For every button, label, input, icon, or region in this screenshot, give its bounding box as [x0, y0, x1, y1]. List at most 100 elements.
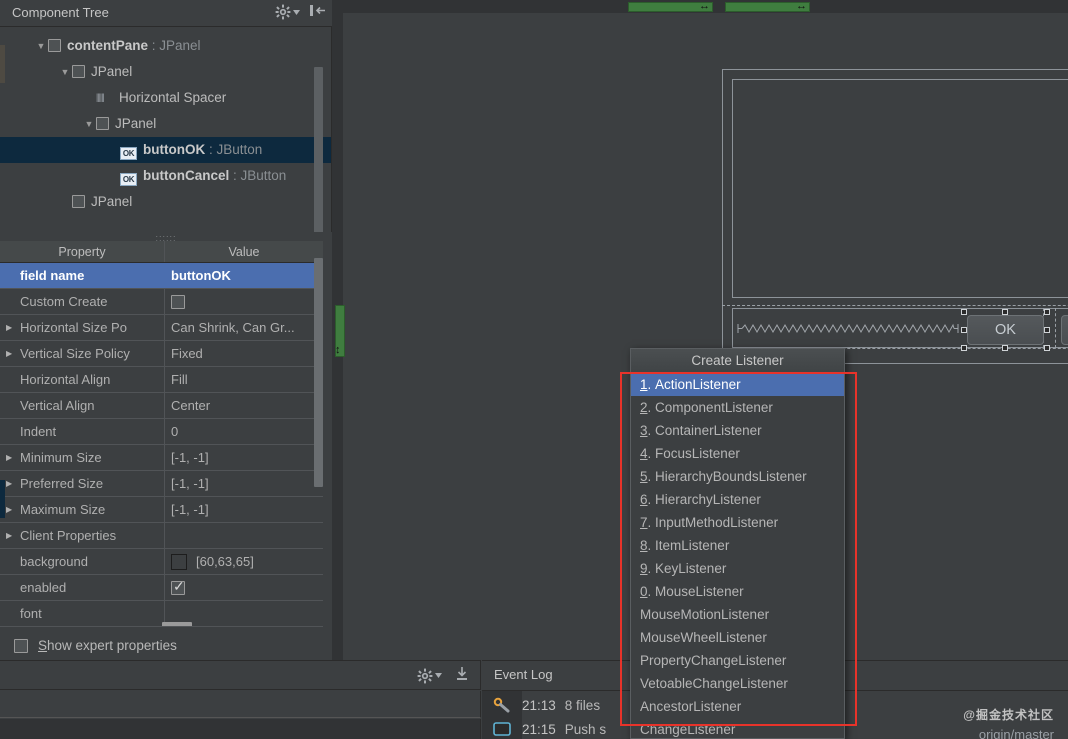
property-value-cell[interactable]: Fixed: [165, 341, 323, 366]
property-row[interactable]: ▶Horizontal Align Fill: [0, 367, 323, 393]
show-expert-properties-label[interactable]: Show expert properties: [38, 638, 177, 653]
property-expand-arrow[interactable]: ▶: [6, 479, 19, 488]
property-value-cell[interactable]: [165, 289, 323, 314]
tree-item-buttonok[interactable]: ▼OK buttonOK : JButton: [0, 137, 331, 163]
selection-handle-nw[interactable]: [961, 309, 967, 315]
property-row[interactable]: ▶ Horizontal Size Po Can Shrink, Can Gr...: [0, 315, 323, 341]
form-content-panel[interactable]: [732, 79, 1068, 298]
property-row[interactable]: ▶ Minimum Size [-1, -1]: [0, 445, 323, 471]
property-value-cell[interactable]: [-1, -1]: [165, 497, 323, 522]
menu-item-containerlistener[interactable]: 3. ContainerListener: [631, 419, 844, 442]
property-expand-arrow[interactable]: ▶: [6, 505, 19, 514]
menu-item-itemlistener[interactable]: 8. ItemListener: [631, 534, 844, 557]
panel-splitter[interactable]: ::::::: [0, 232, 332, 243]
property-expand-arrow[interactable]: ▶: [6, 427, 19, 436]
property-row[interactable]: ▶enabled: [0, 575, 323, 601]
property-row[interactable]: ▶ Vertical Size Policy Fixed: [0, 341, 323, 367]
property-row[interactable]: ▶Custom Create: [0, 289, 323, 315]
collapse-all-icon[interactable]: [309, 3, 326, 21]
menu-item-ancestorlistener[interactable]: AncestorListener: [631, 695, 844, 718]
selection-handle-w[interactable]: [961, 327, 967, 333]
menu-item-changelistener[interactable]: ChangeListener: [631, 718, 844, 739]
property-expand-arrow[interactable]: ▶: [6, 349, 19, 358]
property-expand-arrow[interactable]: ▶: [6, 609, 19, 618]
menu-item-mousemotionlistener[interactable]: MouseMotionListener: [631, 603, 844, 626]
export-to-file-icon[interactable]: [454, 666, 470, 685]
property-value-cell[interactable]: [165, 523, 323, 548]
menu-item-focuslistener[interactable]: 4. FocusListener: [631, 442, 844, 465]
tree-expand-arrow[interactable]: ▼: [106, 163, 120, 189]
property-row[interactable]: ▶background [60,63,65]: [0, 549, 323, 575]
property-expand-arrow[interactable]: ▶: [6, 375, 19, 384]
property-table-scrollbar[interactable]: [314, 258, 323, 487]
property-value-cell[interactable]: Center: [165, 393, 323, 418]
property-value-checkbox[interactable]: [171, 294, 185, 309]
property-table[interactable]: Property Value ▶field namebuttonOK▶Custo…: [0, 241, 323, 627]
property-value-cell[interactable]: Can Shrink, Can Gr...: [165, 315, 323, 340]
property-row[interactable]: ▶field name buttonOK: [0, 263, 323, 289]
tree-item-jpanel[interactable]: ▼ JPanel: [0, 111, 331, 137]
menu-item-componentlistener[interactable]: 2. ComponentListener: [631, 396, 844, 419]
tree-expand-arrow[interactable]: ▼: [58, 59, 72, 85]
tree-item-contentpane[interactable]: ▼ contentPane : JPanel: [0, 33, 331, 59]
property-row[interactable]: ▶Indent 0: [0, 419, 323, 445]
tree-item-horizontal-spacer[interactable]: ▼⦀⦀ Horizontal Spacer: [0, 85, 331, 111]
property-expand-arrow[interactable]: ▶: [6, 323, 19, 332]
menu-item-mousewheellistener[interactable]: MouseWheelListener: [631, 626, 844, 649]
property-value-cell[interactable]: [-1, -1]: [165, 471, 323, 496]
tree-expand-arrow[interactable]: ▼: [34, 33, 48, 59]
property-value-cell[interactable]: Fill: [165, 367, 323, 392]
property-expand-arrow[interactable]: ▶: [6, 453, 19, 462]
selection-handle-e[interactable]: [1044, 327, 1050, 333]
menu-item-hierarchyboundslistener[interactable]: 5. HierarchyBoundsListener: [631, 465, 844, 488]
tree-expand-arrow[interactable]: ▼: [58, 189, 72, 215]
show-expert-properties-checkbox[interactable]: [14, 638, 28, 653]
menu-item-actionlistener[interactable]: 1. ActionListener: [631, 373, 844, 396]
menu-item-inputmethodlistener[interactable]: 7. InputMethodListener: [631, 511, 844, 534]
selection-handle-sw[interactable]: [961, 345, 967, 351]
tree-expand-arrow[interactable]: ▼: [106, 137, 120, 163]
menu-item-propertychangelistener[interactable]: PropertyChangeListener: [631, 649, 844, 672]
property-value-cell[interactable]: 0: [165, 419, 323, 444]
property-row[interactable]: ▶ Maximum Size [-1, -1]: [0, 497, 323, 523]
column-size-indicator-1[interactable]: ↔: [628, 0, 713, 12]
property-expand-arrow[interactable]: ▶: [6, 531, 19, 540]
cancel-button-preview[interactable]: Cancel: [1061, 315, 1068, 345]
tree-item-buttoncancel[interactable]: ▼OK buttonCancel : JButton: [0, 163, 331, 189]
selection-handle-n[interactable]: [1002, 309, 1008, 315]
property-value-cell[interactable]: [165, 575, 323, 600]
property-row[interactable]: ▶Vertical Align Center: [0, 393, 323, 419]
gear-icon[interactable]: [417, 668, 442, 684]
property-expand-arrow[interactable]: ▶: [6, 297, 19, 306]
color-swatch[interactable]: [171, 553, 187, 570]
horizontal-spacer-glyph[interactable]: [736, 323, 961, 334]
git-branch-label[interactable]: origin/master: [979, 727, 1054, 739]
property-value-cell[interactable]: buttonOK: [165, 263, 323, 288]
row-size-indicator[interactable]: ↕: [335, 305, 345, 357]
menu-item-vetoablechangelistener[interactable]: VetoableChangeListener: [631, 672, 844, 695]
tree-expand-arrow[interactable]: ▼: [82, 111, 96, 137]
property-expand-arrow[interactable]: ▶: [6, 271, 19, 280]
component-tree-body[interactable]: ▼contentPane : JPanel▼JPanel▼⦀⦀Horizonta…: [0, 27, 332, 238]
property-row[interactable]: ▶ Preferred Size [-1, -1]: [0, 471, 323, 497]
property-value-checkbox[interactable]: [171, 578, 185, 595]
column-size-indicator-2[interactable]: ↔: [725, 0, 810, 12]
property-expand-arrow[interactable]: ▶: [6, 401, 19, 410]
property-expand-arrow[interactable]: ▶: [6, 557, 19, 566]
menu-item-hierarchylistener[interactable]: 6. HierarchyListener: [631, 488, 844, 511]
tree-expand-arrow[interactable]: ▼: [82, 85, 96, 111]
property-row[interactable]: ▶ Client Properties: [0, 523, 323, 549]
selection-handle-se[interactable]: [1044, 345, 1050, 351]
property-value-cell[interactable]: [60,63,65]: [165, 549, 323, 574]
tree-item-jpanel[interactable]: ▼ JPanel: [0, 59, 331, 85]
property-expand-arrow[interactable]: ▶: [6, 583, 19, 592]
menu-item-mouselistener[interactable]: 0. MouseListener: [631, 580, 844, 603]
create-listener-popup[interactable]: Create Listener 1. ActionListener 2. Comp…: [630, 348, 845, 739]
tree-item-jpanel[interactable]: ▼ JPanel: [0, 189, 331, 215]
selection-handle-ne[interactable]: [1044, 309, 1050, 315]
menu-item-keylistener[interactable]: 9. KeyListener: [631, 557, 844, 580]
property-value-cell[interactable]: [-1, -1]: [165, 445, 323, 470]
gear-icon[interactable]: [275, 4, 300, 20]
selection-handle-s[interactable]: [1002, 345, 1008, 351]
component-tree-vertical-scrollbar[interactable]: [314, 67, 323, 238]
